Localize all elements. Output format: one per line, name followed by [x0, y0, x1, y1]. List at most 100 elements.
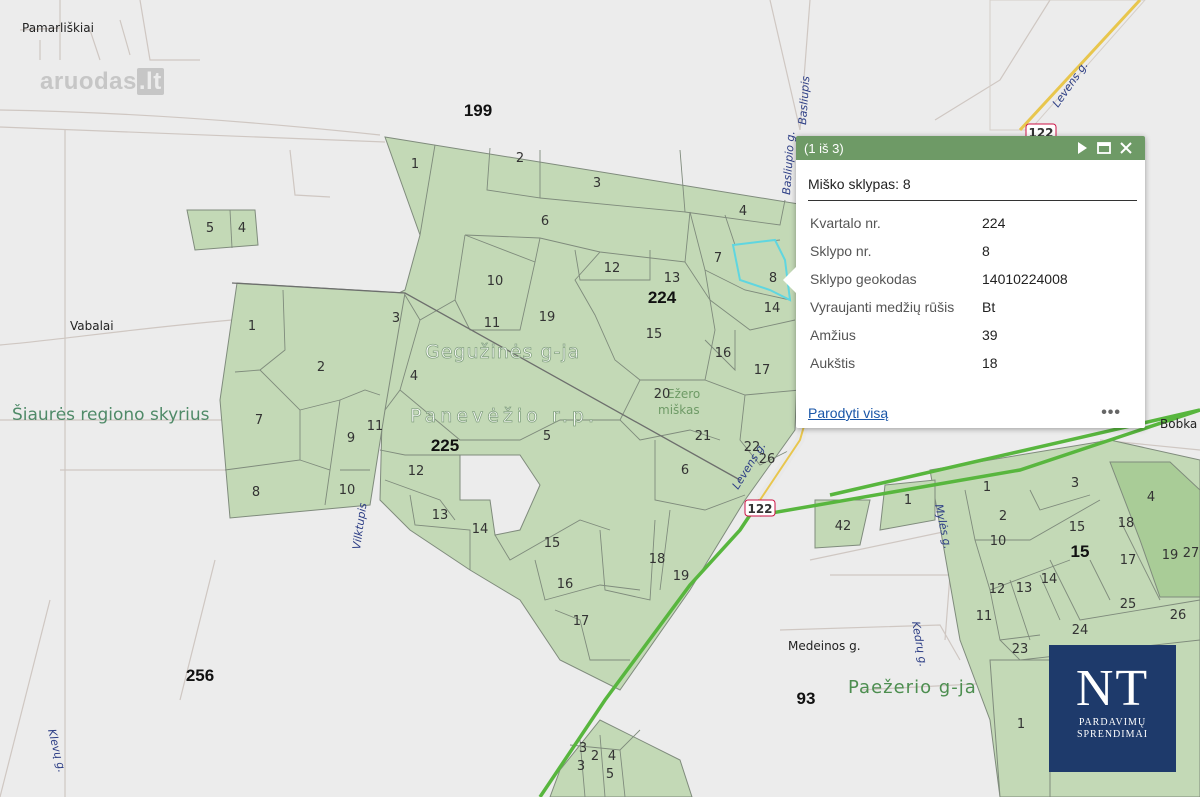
logo-line1: PARDAVIMŲ — [1078, 717, 1147, 728]
label-paezerio: Paežerio g-ja — [848, 677, 977, 698]
parcel-number-label: 7 — [714, 251, 722, 266]
attribute-table: Kvartalo nr. 224 Sklypo nr. 8 Sklypo geoko… — [810, 209, 1133, 377]
parcel-number-label: 11 — [484, 316, 501, 331]
parcel-popup[interactable]: (1 iš 3) Miško sklypas: 8 Kvartalo nr. 22… — [783, 136, 1145, 428]
attr-row: Amžius 39 — [810, 321, 1133, 349]
parcel-number-label: 3 — [1071, 476, 1079, 491]
attr-row: Sklypo nr. 8 — [810, 237, 1133, 265]
maximize-icon[interactable] — [1093, 138, 1115, 158]
parcel-number-label: 6 — [681, 463, 689, 478]
parcel-number-label: 4 — [1147, 490, 1155, 505]
parcel-number-label: 3 — [579, 741, 587, 756]
attr-key: Sklypo geokodas — [810, 271, 917, 287]
parcel-number-label: 21 — [695, 429, 712, 444]
parcel-number-label: 1 — [1017, 717, 1025, 732]
label-panevezio: Panevėžio r.p. — [410, 405, 598, 427]
aruodas-watermark: aruodas.lt — [40, 68, 164, 96]
road-number-south: 122 — [747, 502, 772, 516]
parcel-number-label: 26 — [1170, 608, 1187, 623]
attr-row: Vyraujanti medžių rūšis Bt — [810, 293, 1133, 321]
popup-header: (1 iš 3) — [796, 136, 1145, 160]
parcel-number-label: 8 — [252, 485, 260, 500]
parcel-number-label: 4 — [238, 221, 246, 236]
parcel-number-label: 11 — [367, 419, 384, 434]
place-medeinos: Medeinos g. — [788, 639, 861, 653]
parcel-number-label: 1 — [983, 480, 991, 495]
attr-key: Vyraujanti medžių rūšis — [810, 299, 955, 315]
label-siaures-regiono: Šiaurės regiono skyrius — [12, 403, 210, 425]
quarter-256: 256 — [186, 666, 214, 685]
parcel-number-label: 4 — [608, 749, 616, 764]
parcel-number-label: 23 — [1012, 642, 1029, 657]
parcel-number-label: 5 — [543, 429, 551, 444]
parcel-number-label: 2 — [591, 749, 599, 764]
parcel-number-label: 15 — [1069, 520, 1086, 535]
parcel-number-label: 7 — [255, 413, 263, 428]
label-geguzines: Gegužinės g-ja — [425, 341, 580, 363]
logo-initials: NT — [1075, 660, 1150, 717]
parcel-number-label: 26 — [759, 452, 776, 467]
parcel-number-label: 13 — [1016, 581, 1033, 596]
popup-pointer — [783, 266, 797, 294]
parcel-number-label: 5 — [206, 221, 214, 236]
attr-value: 8 — [982, 243, 990, 259]
parcel-number-label: 2 — [516, 151, 524, 166]
show-all-link[interactable]: Parodyti visą — [808, 405, 888, 421]
more-options-icon[interactable]: ••• — [1101, 404, 1121, 422]
parcel-number-label: 9 — [347, 431, 355, 446]
parcel-number-label: 14 — [764, 301, 781, 316]
street-levens-north: Levens g. — [1050, 59, 1091, 110]
attr-key: Kvartalo nr. — [810, 215, 881, 231]
parcel-number-label: 42 — [835, 519, 852, 534]
parcel-number-label: 19 — [673, 569, 690, 584]
place-vabalai: Vabalai — [70, 319, 114, 333]
attr-row: Kvartalo nr. 224 — [810, 209, 1133, 237]
quarter-15: 15 — [1071, 542, 1090, 561]
parcel-number-label: 1 — [411, 157, 419, 172]
parcel-number-label: 20 — [654, 387, 671, 402]
parcel-number-label: 5 — [606, 767, 614, 782]
parcel-number-label: 24 — [1072, 623, 1089, 638]
attr-key: Amžius — [810, 327, 856, 343]
parcel-number-label: 2 — [999, 509, 1007, 524]
attr-key: Sklypo nr. — [810, 243, 872, 259]
parcel-number-label: 3 — [577, 759, 585, 774]
attr-row: Aukštis 18 — [810, 349, 1133, 377]
quarter-224: 224 — [648, 288, 677, 307]
parcel-number-label: 3 — [593, 176, 601, 191]
parcel-number-label: 19 — [539, 310, 556, 325]
parcel-number-label: 18 — [1118, 516, 1135, 531]
parcel-number-label: 11 — [976, 609, 993, 624]
watermark-brand: aruodas — [40, 68, 137, 95]
quarter-199: 199 — [464, 101, 492, 120]
parcel-number-label: 12 — [989, 582, 1006, 597]
road-shield-south: 122 — [744, 499, 776, 517]
parcel-number-label: 3 — [392, 311, 400, 326]
attr-value: 39 — [982, 327, 998, 343]
attr-value: Bt — [982, 299, 996, 315]
parcel-number-label: 6 — [541, 214, 549, 229]
parcel-number-label: 12 — [604, 261, 621, 276]
popup-counter: (1 iš 3) — [804, 140, 844, 156]
street-basliupis: Basliupis — [796, 75, 812, 125]
parcel-number-label: 13 — [432, 508, 449, 523]
logo-line2: SPRENDIMAI — [1076, 729, 1149, 740]
parcel-number-label: 10 — [339, 483, 356, 498]
parcel-number-label: 14 — [472, 522, 489, 537]
parcel-number-label: 10 — [487, 274, 504, 289]
parcel-number-label: 15 — [646, 327, 663, 342]
nt-logo: NT PARDAVIMŲ SPRENDIMAI — [1049, 645, 1176, 772]
parcel-number-label: 15 — [544, 536, 561, 551]
street-basliupio: Basliupio g. — [780, 131, 797, 196]
next-feature-icon[interactable] — [1071, 138, 1093, 158]
parcel-number-label: 25 — [1120, 597, 1137, 612]
parcel-number-label: 12 — [408, 464, 425, 479]
parcel-number-label: 4 — [410, 369, 418, 384]
popup-footer: Parodyti visą ••• — [808, 404, 1121, 422]
popup-title: Miško sklypas: 8 — [808, 176, 1137, 201]
parcel-number-label: 4 — [739, 204, 747, 219]
parcel-number-label: 18 — [649, 552, 666, 567]
attr-value: 14010224008 — [982, 271, 1068, 287]
parcel-number-label: 1 — [904, 493, 912, 508]
close-icon[interactable] — [1115, 138, 1137, 158]
